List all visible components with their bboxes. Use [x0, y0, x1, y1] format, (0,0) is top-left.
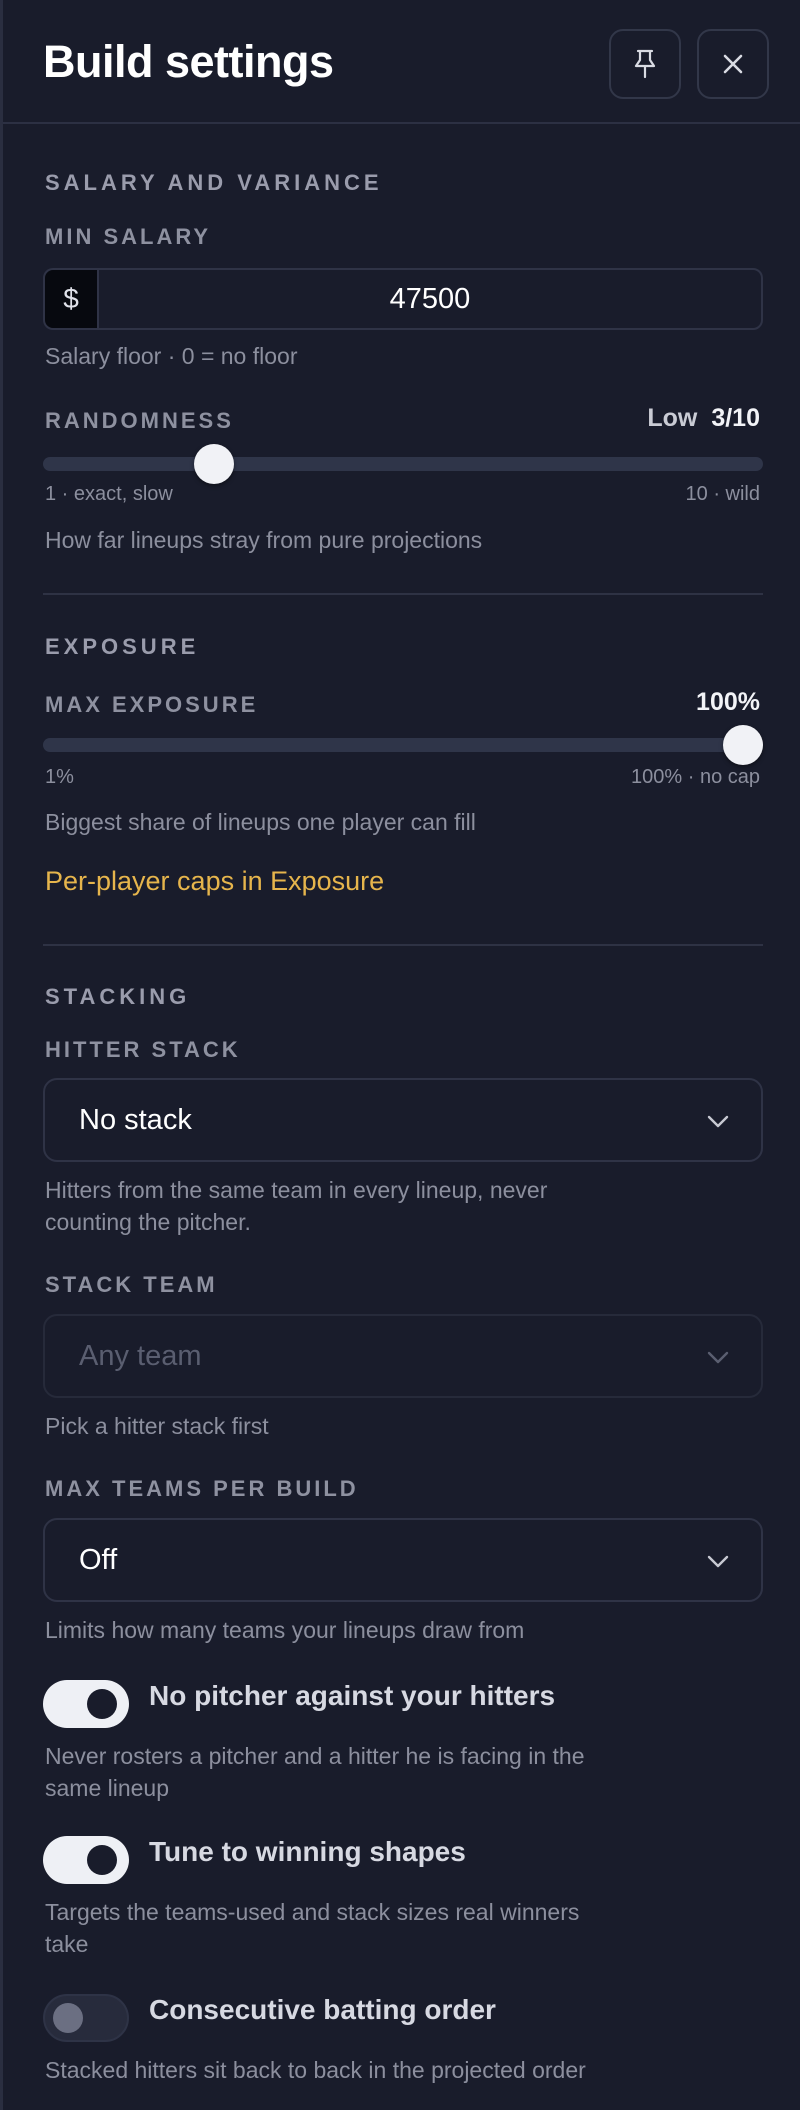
max-exposure-slider-track[interactable] [43, 738, 763, 752]
pin-button[interactable] [609, 29, 681, 99]
randomness-help: How far lineups stray from pure projecti… [45, 527, 483, 553]
randomness-max-label: 10 · wild [685, 483, 760, 505]
toggle-consecutive-batting-order[interactable] [43, 1994, 129, 2042]
max-teams-value: Off [79, 1543, 118, 1576]
exposure-max-label: 100% · no cap [631, 766, 760, 788]
max-exposure-value: 100% [696, 688, 760, 716]
hitter-stack-help: Hitters from the same team in every line… [45, 1174, 547, 1238]
per-player-caps-link[interactable]: Per-player caps in Exposure [45, 866, 384, 897]
page-title: Build settings [43, 36, 334, 87]
max-exposure-help: Biggest share of lineups one player can … [45, 809, 476, 835]
max-teams-select[interactable]: Off [43, 1518, 763, 1602]
currency-prefix: $ [43, 268, 97, 330]
randomness-min-label: 1 · exact, slow [45, 483, 173, 505]
randomness-value: 3/10 [711, 404, 760, 432]
max-teams-label: MAX TEAMS PER BUILD [45, 1476, 359, 1501]
hitter-stack-select[interactable]: No stack [43, 1078, 763, 1162]
min-salary-label: MIN SALARY [45, 224, 212, 249]
section-title-stacking: STACKING [45, 984, 191, 1009]
randomness-readout: Low 3/10 [647, 404, 760, 433]
toggle-winning-shapes[interactable] [43, 1836, 129, 1884]
min-salary-help: Salary floor · 0 = no floor [45, 343, 298, 369]
section-divider [43, 593, 763, 595]
close-button[interactable] [697, 29, 769, 99]
randomness-label: RANDOMNESS [45, 408, 234, 433]
stack-team-label: STACK TEAM [45, 1272, 218, 1297]
toggle-winning-shapes-help: Targets the teams-used and stack sizes r… [45, 1896, 579, 1960]
stack-team-select[interactable]: Any team [43, 1314, 763, 1398]
randomness-slider-track[interactable] [43, 457, 763, 471]
max-teams-help: Limits how many teams your lineups draw … [45, 1617, 525, 1643]
section-title-salary: SALARY AND VARIANCE [45, 170, 383, 195]
stack-team-placeholder: Any team [79, 1339, 202, 1372]
randomness-slider-thumb[interactable] [193, 444, 234, 484]
section-divider [43, 944, 763, 946]
max-exposure-label: MAX EXPOSURE [45, 692, 259, 717]
toggle-no-opposing-pitcher-label: No pitcher against your hitters [149, 1680, 556, 1711]
randomness-level: Low [647, 404, 698, 432]
hitter-stack-help-line-1: Hitters from the same team in every line… [45, 1177, 548, 1203]
toggle-no-opposing-pitcher[interactable] [43, 1680, 129, 1728]
min-salary-input[interactable] [97, 268, 763, 330]
hitter-stack-label: HITTER STACK [45, 1037, 241, 1062]
toggle-winning-shapes-label: Tune to winning shapes [149, 1836, 466, 1867]
toggle-knob [87, 1689, 117, 1719]
help-line: Never rosters a pitcher and a hitter he … [45, 1743, 585, 1769]
toggle-consecutive-batting-order-label: Consecutive batting order [149, 1994, 496, 2025]
pin-icon [634, 49, 656, 79]
panel-header: Build settings [3, 0, 800, 124]
help-line: same lineup [45, 1775, 170, 1801]
help-line: Targets the teams-used and stack sizes r… [45, 1899, 580, 1925]
hitter-stack-help-line-2: counting the pitcher. [45, 1209, 251, 1235]
chevron-down-icon [707, 1115, 729, 1128]
toggle-consecutive-batting-order-help: Stacked hitters sit back to back in the … [45, 2057, 586, 2083]
stack-team-help: Pick a hitter stack first [45, 1413, 269, 1439]
toggle-no-opposing-pitcher-help: Never rosters a pitcher and a hitter he … [45, 1740, 585, 1804]
max-exposure-slider-thumb[interactable] [723, 725, 763, 765]
toggle-knob [53, 2003, 83, 2033]
section-title-exposure: EXPOSURE [45, 634, 200, 659]
toggle-knob [87, 1845, 117, 1875]
hitter-stack-value: No stack [79, 1103, 192, 1136]
help-line: take [45, 1931, 89, 1957]
chevron-down-icon [707, 1351, 729, 1364]
close-icon [723, 54, 743, 74]
exposure-min-label: 1% [45, 766, 74, 788]
chevron-down-icon [707, 1555, 729, 1568]
